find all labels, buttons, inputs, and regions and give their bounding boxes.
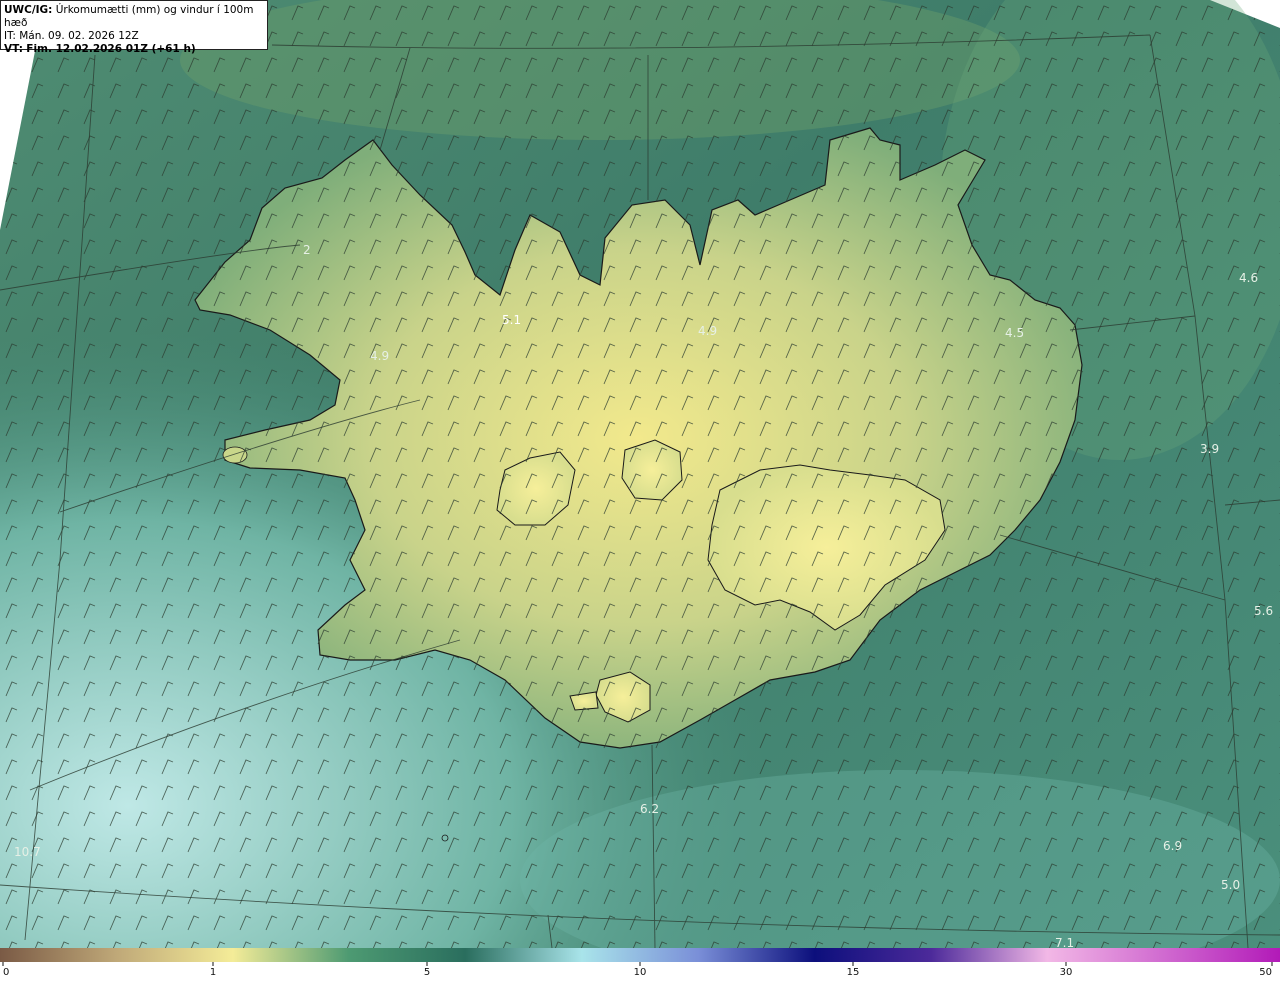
map-value-label: 4.6 — [1239, 271, 1258, 285]
map-value-label: 10.7 — [14, 845, 41, 859]
map-value-label: 5.6 — [1254, 604, 1273, 618]
map-value-label: 4.9 — [698, 324, 717, 338]
init-time: IT: Mán. 09. 02. 2026 12Z — [4, 30, 139, 42]
colorbar-gradient — [0, 948, 1280, 962]
colorbar-tick-label: 30 — [1060, 967, 1073, 978]
map-value-label: 5.1 — [502, 313, 521, 327]
map-value-label: 4.9 — [370, 349, 389, 363]
valid-time-label: VT: — [4, 43, 23, 55]
colorbar-tick-label: 10 — [634, 967, 647, 978]
colorbar-tick-label: 5 — [424, 967, 430, 978]
map-value-label: 2 — [303, 243, 311, 257]
colorbar-tick-label: 1 — [210, 967, 216, 978]
map-header: UWC/IG: Úrkomumætti (mm) og vindur í 100… — [0, 0, 268, 55]
valid-time: Fim. 12.02.2026 01Z (+61 h) — [26, 43, 196, 55]
weather-map-view: 2 5.1 4.9 4.9 4.5 4.6 3.9 5.6 6.2 6.9 5.… — [0, 0, 1280, 978]
colorbar: 0 1 5 10 15 30 50 — [0, 948, 1280, 978]
map-value-label: 6.2 — [640, 802, 659, 816]
precipitation-map: 2 5.1 4.9 4.9 4.5 4.6 3.9 5.6 6.2 6.9 5.… — [0, 0, 1280, 948]
colorbar-tick-label: 0 — [3, 967, 9, 978]
colorbar-tick-label: 15 — [847, 967, 860, 978]
map-value-label: 6.9 — [1163, 839, 1182, 853]
map-value-label: 3.9 — [1200, 442, 1219, 456]
model-label: UWC/IG: — [4, 4, 53, 16]
map-value-label: 5.0 — [1221, 878, 1240, 892]
colorbar-tick-label: 50 — [1259, 967, 1272, 978]
map-value-label: 4.5 — [1005, 326, 1024, 340]
map-value-label: 7.1 — [1055, 936, 1074, 948]
